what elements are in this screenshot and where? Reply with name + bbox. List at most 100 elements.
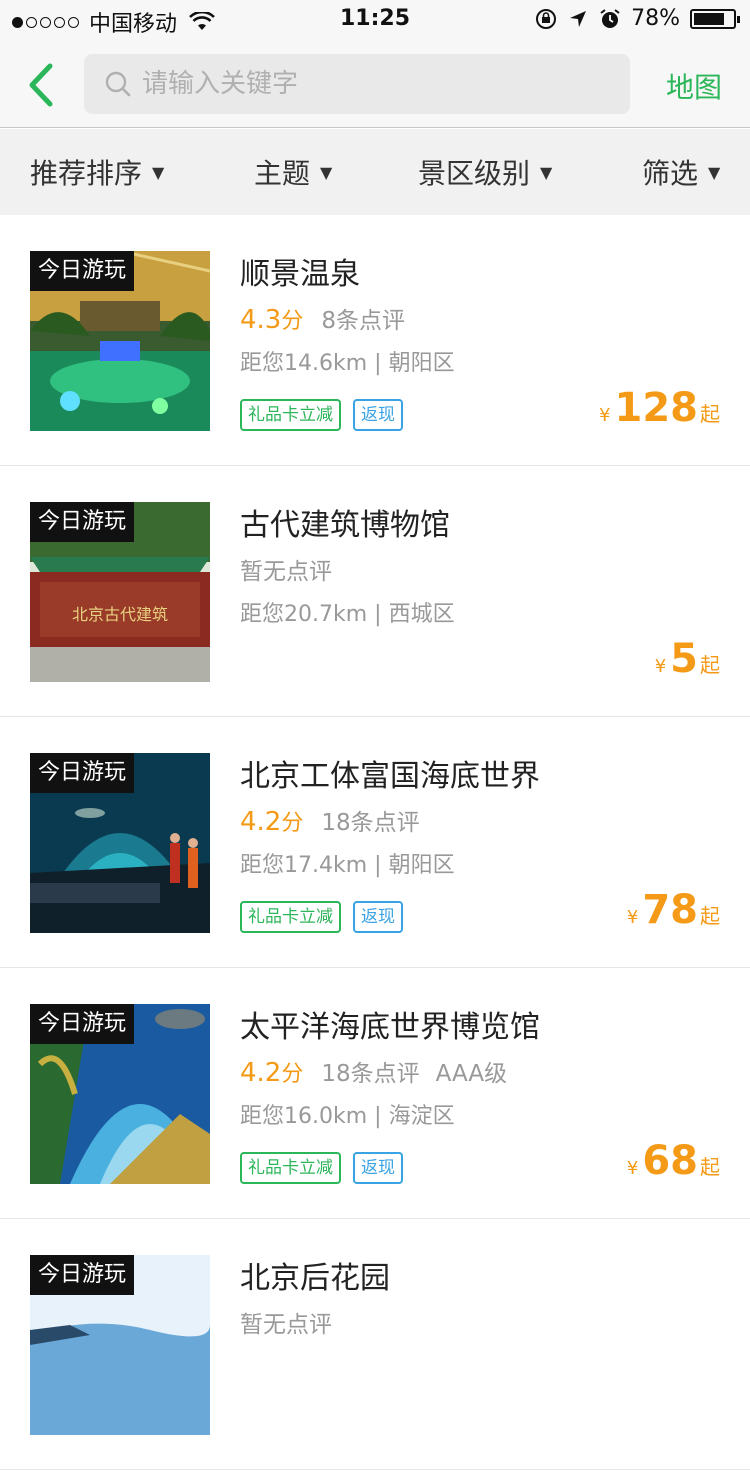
sort-filter-label: 推荐排序: [30, 157, 143, 190]
scenic-level: AAA级: [435, 1061, 508, 1087]
screen-filter[interactable]: 筛选 ▼: [642, 129, 720, 215]
price: ¥ 78 起: [627, 887, 720, 933]
theme-filter-label: 主题: [254, 157, 311, 190]
district-text: 朝阳区: [388, 351, 455, 376]
location-arrow-icon: [570, 10, 587, 27]
list-item[interactable]: 今日游玩 顺景温泉 4.3分 8条点评 距您14.6km | 朝阳区 礼品卡立减…: [0, 215, 750, 466]
price-amount: 78: [642, 887, 698, 933]
distance-line: 距您17.4km | 朝阳区: [240, 847, 455, 879]
giftcard-tag: 礼品卡立减: [240, 1152, 341, 1184]
distance-text: 距您17.4km: [240, 853, 368, 878]
attraction-title: 古代建筑博物馆: [240, 508, 450, 543]
separator: |: [374, 1104, 389, 1129]
search-icon: [105, 71, 131, 97]
distance-text: 距您14.6km: [240, 351, 368, 376]
rating-score: 4.2分: [240, 807, 304, 837]
separator: |: [374, 351, 389, 376]
separator: |: [374, 853, 389, 878]
attraction-photo: 今日游玩: [30, 1255, 210, 1435]
battery-icon: [690, 8, 740, 29]
battery-percent: 78%: [631, 6, 680, 31]
rating-line: 暂无点评: [240, 552, 332, 586]
yen-symbol: ¥: [654, 656, 667, 677]
price: ¥ 68 起: [627, 1138, 720, 1184]
filter-bar: 推荐排序 ▼ 主题 ▼ 景区级别 ▼ 筛选 ▼: [0, 129, 750, 215]
review-count: 18条点评: [321, 1061, 420, 1087]
svg-text:北京古代建筑: 北京古代建筑: [72, 605, 168, 624]
caret-down-icon: ▼: [708, 162, 721, 182]
price: ¥ 128 起: [599, 385, 720, 431]
status-bar: 中国移动 11:25 78%: [0, 0, 750, 40]
price-suffix: 起: [700, 402, 720, 426]
separator: |: [374, 602, 389, 627]
today-badge: 今日游玩: [30, 1004, 135, 1044]
today-badge: 今日游玩: [30, 1255, 135, 1295]
price-suffix: 起: [700, 1155, 720, 1179]
attraction-photo: 北京古代建筑 今日游玩: [30, 502, 210, 682]
cashback-tag: 返现: [353, 399, 403, 431]
tag-list: 礼品卡立减 返现: [240, 399, 403, 431]
no-review-text: 暂无点评: [240, 559, 332, 585]
list-item[interactable]: 今日游玩 太平洋海底世界博览馆 4.2分 18条点评 AAA级 距您16.0km…: [0, 968, 750, 1219]
caret-down-icon: ▼: [320, 162, 333, 182]
today-badge: 今日游玩: [30, 251, 135, 291]
back-arrow-icon[interactable]: [22, 60, 62, 110]
nav-bar: 地图: [0, 40, 750, 128]
price-amount: 68: [642, 1138, 698, 1184]
rating-line: 4.3分 8条点评: [240, 301, 405, 335]
level-filter-label: 景区级别: [418, 157, 531, 190]
rating-line: 4.2分 18条点评: [240, 803, 420, 837]
cashback-tag: 返现: [353, 1152, 403, 1184]
district-text: 海淀区: [388, 1104, 455, 1129]
alarm-icon: [600, 8, 620, 28]
attraction-photo: 今日游玩: [30, 1004, 210, 1184]
map-button[interactable]: 地图: [666, 66, 722, 106]
review-count: 18条点评: [321, 810, 420, 836]
attraction-title: 太平洋海底世界博览馆: [240, 1010, 540, 1045]
giftcard-tag: 礼品卡立减: [240, 901, 341, 933]
district-text: 西城区: [388, 602, 455, 627]
list-item[interactable]: 北京古代建筑 今日游玩 古代建筑博物馆 暂无点评 距您20.7km | 西城区 …: [0, 466, 750, 717]
orientation-lock-icon: [536, 8, 557, 29]
distance-text: 距您16.0km: [240, 1104, 368, 1129]
list-item[interactable]: 今日游玩 北京后花园 暂无点评: [0, 1219, 750, 1470]
price: ¥ 5 起: [655, 636, 720, 682]
attraction-list: 今日游玩 顺景温泉 4.3分 8条点评 距您14.6km | 朝阳区 礼品卡立减…: [0, 215, 750, 1470]
distance-text: 距您20.7km: [240, 602, 368, 627]
distance-line: 距您16.0km | 海淀区: [240, 1098, 455, 1130]
rating-score: 4.3分: [240, 305, 304, 335]
theme-filter[interactable]: 主题 ▼: [254, 129, 332, 215]
tag-list: 礼品卡立减 返现: [240, 1152, 403, 1184]
rating-score: 4.2分: [240, 1058, 304, 1088]
attraction-title: 北京后花园: [240, 1261, 390, 1296]
attraction-photo: 今日游玩: [30, 753, 210, 933]
today-badge: 今日游玩: [30, 502, 135, 542]
yen-symbol: ¥: [599, 405, 611, 426]
price-amount: 5: [670, 636, 698, 682]
tag-list: 礼品卡立减 返现: [240, 901, 403, 933]
search-input[interactable]: [142, 69, 602, 99]
today-badge: 今日游玩: [30, 753, 135, 793]
price-amount: 128: [614, 385, 699, 431]
giftcard-tag: 礼品卡立减: [240, 399, 341, 431]
caret-down-icon: ▼: [540, 162, 553, 182]
attraction-title: 北京工体富国海底世界: [240, 759, 540, 794]
attraction-photo: 今日游玩: [30, 251, 210, 431]
price-suffix: 起: [700, 904, 720, 928]
level-filter[interactable]: 景区级别 ▼: [418, 129, 552, 215]
review-count: 8条点评: [321, 308, 406, 334]
yen-symbol: ¥: [626, 907, 639, 928]
yen-symbol: ¥: [626, 1158, 639, 1179]
distance-line: 距您14.6km | 朝阳区: [240, 345, 455, 377]
screen-filter-label: 筛选: [642, 157, 699, 190]
caret-down-icon: ▼: [152, 162, 165, 182]
search-box[interactable]: [84, 54, 630, 114]
list-item[interactable]: 今日游玩 北京工体富国海底世界 4.2分 18条点评 距您17.4km | 朝阳…: [0, 717, 750, 968]
price-suffix: 起: [700, 653, 720, 677]
rating-line: 4.2分 18条点评 AAA级: [240, 1054, 507, 1088]
sort-filter[interactable]: 推荐排序 ▼: [30, 129, 164, 215]
distance-line: 距您20.7km | 西城区: [240, 596, 455, 628]
cashback-tag: 返现: [353, 901, 403, 933]
attraction-title: 顺景温泉: [240, 257, 360, 292]
district-text: 朝阳区: [388, 853, 455, 878]
